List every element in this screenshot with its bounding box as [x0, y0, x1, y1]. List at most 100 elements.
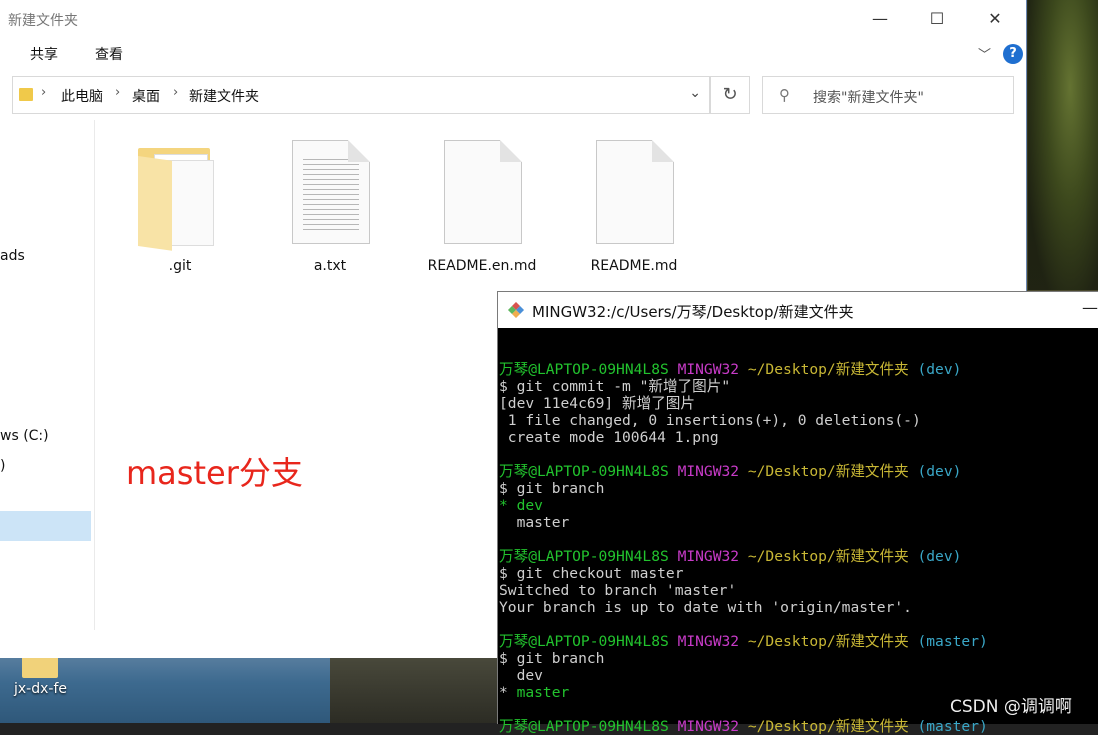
document-icon [596, 140, 674, 244]
terminal-text: MINGW32 [677, 633, 748, 650]
search-icon: ⚲ [779, 86, 790, 104]
terminal-text: * dev [499, 497, 543, 514]
file-name: .git [168, 258, 192, 274]
file-item-a-txt[interactable]: a.txt [270, 140, 390, 280]
nav-item-downloads[interactable]: ads [0, 248, 25, 264]
terminal-line: 万琴@LAPTOP-09HN4L8S MINGW32 ~/Desktop/新建文… [499, 548, 1098, 565]
watermark-text: CSDN @调调啊 [950, 697, 1072, 717]
close-button[interactable]: ✕ [972, 6, 1018, 32]
ribbon-menu: 共享 查看 [0, 38, 1026, 68]
terminal-text: master [499, 514, 570, 531]
terminal-text: ~/Desktop/新建文件夹 [747, 718, 918, 735]
git-bash-terminal-window[interactable]: MINGW32:/c/Users/万琴/Desktop/新建文件夹 — 万琴@L… [497, 291, 1098, 735]
file-item-git[interactable]: .git [120, 140, 240, 280]
desktop-folder-icon[interactable] [22, 656, 58, 678]
page-fold [652, 140, 674, 162]
terminal-line: dev [499, 667, 1098, 684]
file-item-readme[interactable]: README.md [574, 140, 694, 280]
terminal-line: $ git branch [499, 480, 1098, 497]
terminal-text: 万琴@LAPTOP-09HN4L8S [499, 548, 678, 565]
terminal-line: 万琴@LAPTOP-09HN4L8S MINGW32 ~/Desktop/新建文… [499, 361, 1098, 378]
chevron-down-icon[interactable]: ⌄ [689, 85, 701, 101]
terminal-line: 1 file changed, 0 insertions(+), 0 delet… [499, 412, 1098, 429]
nav-item-selected[interactable] [0, 511, 91, 541]
terminal-line: Switched to branch 'master' [499, 582, 1098, 599]
terminal-text: (dev) [917, 548, 962, 565]
chevron-right-icon[interactable]: › [41, 85, 46, 100]
wallpaper-land [330, 655, 500, 723]
terminal-line: * dev [499, 497, 1098, 514]
terminal-text: ~/Desktop/新建文件夹 [747, 548, 918, 565]
breadcrumb-new-folder[interactable]: 新建文件夹 [189, 86, 259, 106]
terminal-title: MINGW32:/c/Users/万琴/Desktop/新建文件夹 [532, 303, 854, 321]
terminal-line: 万琴@LAPTOP-09HN4L8S MINGW32 ~/Desktop/新建文… [499, 633, 1098, 650]
terminal-text: Your branch is up to date with 'origin/m… [499, 599, 912, 616]
terminal-title-bar[interactable]: MINGW32:/c/Users/万琴/Desktop/新建文件夹 — [498, 292, 1098, 328]
terminal-text: (dev) [917, 361, 962, 378]
explorer-title-bar[interactable]: 新建文件夹 — ☐ ✕ [0, 0, 1026, 38]
file-name: README.en.md [427, 258, 537, 274]
search-input[interactable]: ⚲ 搜索"新建文件夹" [762, 76, 1014, 114]
text-lines [303, 159, 359, 231]
terminal-line: 万琴@LAPTOP-09HN4L8S MINGW32 ~/Desktop/新建文… [499, 463, 1098, 480]
folder-front [138, 156, 172, 251]
terminal-line: $ git branch [499, 650, 1098, 667]
terminal-text: $ git branch [499, 650, 605, 667]
ribbon-expand-icon[interactable]: ﹀ [978, 44, 991, 63]
chevron-right-icon[interactable]: › [173, 85, 178, 100]
terminal-text: Switched to branch 'master' [499, 582, 737, 599]
address-bar[interactable]: › 此电脑 › 桌面 › 新建文件夹 ⌄ [12, 76, 710, 114]
terminal-text: $ git commit -m "新增了图片" [499, 378, 731, 395]
nav-item-c-drive[interactable]: ws (C:) [0, 428, 49, 444]
minimize-button[interactable]: — [857, 6, 903, 32]
menu-share[interactable]: 共享 [30, 44, 58, 64]
terminal-text: (dev) [917, 463, 962, 480]
terminal-text: [dev 11e4c69] 新增了图片 [499, 395, 695, 412]
terminal-line: create mode 100644 1.png [499, 429, 1098, 446]
navigation-pane: ads ws (C:) ) [0, 120, 95, 630]
folder-icon [19, 88, 33, 101]
page-fold [348, 140, 370, 162]
terminal-text: MINGW32 [677, 361, 748, 378]
terminal-line: $ git commit -m "新增了图片" [499, 378, 1098, 395]
document-icon [444, 140, 522, 244]
terminal-output[interactable]: 万琴@LAPTOP-09HN4L8S MINGW32 ~/Desktop/新建文… [499, 344, 1098, 735]
terminal-text: 万琴@LAPTOP-09HN4L8S [499, 633, 678, 650]
terminal-text: (master) [917, 718, 988, 735]
minimize-button[interactable]: — [1082, 298, 1098, 317]
chevron-right-icon[interactable]: › [115, 85, 120, 100]
desktop-icon-label[interactable]: jx-dx-fe [14, 681, 67, 697]
nav-item-drive[interactable]: ) [0, 458, 5, 474]
terminal-line: [dev 11e4c69] 新增了图片 [499, 395, 1098, 412]
maximize-button[interactable]: ☐ [914, 6, 960, 32]
refresh-button[interactable]: ↻ [710, 76, 750, 114]
file-name: a.txt [313, 258, 347, 274]
terminal-text: $ git checkout master [499, 565, 684, 582]
menu-view[interactable]: 查看 [95, 44, 123, 64]
help-button[interactable]: ? [1003, 44, 1023, 64]
terminal-text: ~/Desktop/新建文件夹 [747, 633, 918, 650]
terminal-text: ~/Desktop/新建文件夹 [747, 361, 918, 378]
terminal-text: $ git branch [499, 480, 605, 497]
terminal-text: MINGW32 [677, 463, 748, 480]
search-placeholder: 搜索"新建文件夹" [813, 90, 924, 106]
terminal-text: MINGW32 [677, 548, 748, 565]
terminal-text: create mode 100644 1.png [499, 429, 719, 446]
terminal-text: 万琴@LAPTOP-09HN4L8S [499, 361, 678, 378]
breadcrumb-this-pc[interactable]: 此电脑 [61, 86, 103, 106]
terminal-text: ~/Desktop/新建文件夹 [747, 463, 918, 480]
terminal-text: 万琴@LAPTOP-09HN4L8S [499, 463, 678, 480]
wallpaper-palm [1028, 0, 1098, 290]
file-name: README.md [590, 258, 678, 274]
mingw-logo-icon [508, 302, 524, 318]
terminal-text: * [499, 684, 517, 701]
file-item-readme-en[interactable]: README.en.md [422, 140, 542, 280]
breadcrumb-desktop[interactable]: 桌面 [132, 86, 160, 106]
terminal-text: master [516, 684, 570, 701]
text-file-icon [292, 140, 370, 244]
terminal-line: master [499, 514, 1098, 531]
